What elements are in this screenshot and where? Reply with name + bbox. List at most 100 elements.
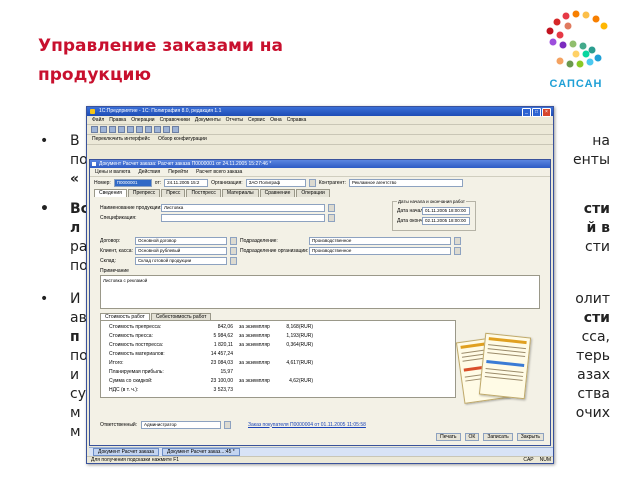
menu-operations[interactable]: Операции xyxy=(131,116,154,124)
responsible-row: Ответственный: Администратор Заказ покуп… xyxy=(100,420,366,429)
start-date-field[interactable]: 01.11.2005 18:00:00 xyxy=(422,206,470,215)
spec-field[interactable] xyxy=(161,213,325,222)
spec-select-button[interactable] xyxy=(328,213,335,222)
search-icon[interactable] xyxy=(154,126,161,133)
contractor-field[interactable]: Рекламное агентство xyxy=(348,178,463,187)
tab-postpress[interactable]: Постпресс xyxy=(186,189,221,197)
taskbar-item-doc-1[interactable]: Документ Расчет заказа xyxy=(93,448,160,456)
bullet-2-line-2-left: л xyxy=(70,220,81,236)
print-button[interactable]: Печать xyxy=(436,433,461,441)
switch-interface-button[interactable]: Переключить интерфейс xyxy=(92,135,150,144)
number-field[interactable]: П0000001 xyxy=(113,178,152,187)
menu-documents[interactable]: Документы xyxy=(195,116,221,124)
menu-help[interactable]: Справка xyxy=(287,116,307,124)
cost-value: 15,97 xyxy=(220,369,233,375)
minimize-button[interactable]: _ xyxy=(522,108,531,117)
app-logo-icon xyxy=(90,109,95,114)
save-icon[interactable] xyxy=(109,126,116,133)
bullet-2-line-1-right: сти xyxy=(583,201,610,217)
document-titlebar: Документ Расчет заказа: Расчет заказа П0… xyxy=(90,160,550,168)
cost-label: НДС (в т. ч.): xyxy=(109,387,139,393)
contract-select-button[interactable] xyxy=(230,236,237,245)
sub-org-label: Подразделение организации: xyxy=(240,247,309,254)
config-overview-button[interactable]: Обзор конфигурации xyxy=(158,135,207,144)
tab-press[interactable]: Пресс xyxy=(161,189,186,197)
product-select-button[interactable] xyxy=(328,203,335,212)
copy-icon[interactable] xyxy=(127,126,134,133)
subdivision-label: Подразделение: xyxy=(240,237,278,244)
org-label: Организация: xyxy=(211,179,243,186)
tab-operations[interactable]: Операции xyxy=(296,189,330,197)
org-select-button[interactable] xyxy=(308,178,316,187)
undo-icon[interactable] xyxy=(145,126,152,133)
goto-menu[interactable]: Перейти xyxy=(168,168,188,176)
secondary-toolbar: Переключить интерфейс Обзор конфигурации xyxy=(87,135,553,145)
spec-row: Спецификация: xyxy=(100,213,335,222)
document-buttons: Печать ОК Записать Закрыть xyxy=(436,433,544,441)
end-date-field[interactable]: 02.11.2005 18:00:00 xyxy=(422,216,470,225)
dates-groupbox: Даты начала и окончания работ Дата начал… xyxy=(392,199,476,231)
prices-currency-button[interactable]: Цены и валюта xyxy=(95,168,130,176)
warehouse-select-button[interactable] xyxy=(230,256,237,265)
number-label: Номер: xyxy=(94,179,111,186)
actions-menu[interactable]: Действия xyxy=(138,168,160,176)
bullet-2-line-2-right: й в xyxy=(586,220,610,236)
spec-label: Спецификация: xyxy=(100,214,137,221)
cost-label: Сумма со скидкой: xyxy=(109,378,153,384)
bullet-1-line-1-right: на xyxy=(592,133,610,149)
org-field[interactable]: ЗАО Полиграф xyxy=(245,178,306,187)
menu-service[interactable]: Сервис xyxy=(248,116,265,124)
contract-label: Договор: xyxy=(100,237,121,244)
note-textarea[interactable]: Листовка с рекламой xyxy=(100,275,540,309)
tab-materials[interactable]: Материалы xyxy=(221,189,259,197)
cost-label: Стоимость препресса: xyxy=(109,324,162,330)
end-date-label: Дата оконч.: xyxy=(397,217,426,224)
sub-org-select-button[interactable] xyxy=(454,246,461,255)
main-toolbar xyxy=(87,125,553,135)
new-icon[interactable] xyxy=(91,126,98,133)
menu-file[interactable]: Файл xyxy=(92,116,104,124)
close-document-button[interactable]: Закрыть xyxy=(516,433,544,441)
open-icon[interactable] xyxy=(100,126,107,133)
close-button[interactable]: × xyxy=(542,108,551,117)
calendar-icon[interactable] xyxy=(172,126,179,133)
subdivision-select-button[interactable] xyxy=(454,236,461,245)
menu-windows[interactable]: Окна xyxy=(270,116,282,124)
bullet-3-line-8-left: м xyxy=(70,424,81,440)
cost-panel: Стоимость препресса: 842,06 за экземпляр… xyxy=(100,320,456,398)
sub-org-field[interactable]: Производственное xyxy=(309,246,451,255)
cost-value: 23 084,03 xyxy=(210,360,233,366)
contract-field[interactable]: Основной договор xyxy=(135,236,227,245)
cost-value: 842,06 xyxy=(217,324,233,330)
tab-compare[interactable]: Сравнение xyxy=(259,189,296,197)
caps-indicator: CAP xyxy=(523,457,534,463)
ok-button[interactable]: ОК xyxy=(464,433,480,441)
document-title: Документ Расчет заказа: Расчет заказа П0… xyxy=(99,161,272,167)
calc-icon[interactable] xyxy=(163,126,170,133)
warehouse-field[interactable]: Склад готовой продукции xyxy=(135,256,227,265)
cost-value: 23 100,00 xyxy=(210,378,233,384)
save-button[interactable]: Записать xyxy=(483,433,513,441)
bullet-3-line-3-left: п xyxy=(70,329,80,345)
calc-order-button[interactable]: Расчет всего заказа xyxy=(196,168,242,176)
tab-info[interactable]: Сведения xyxy=(94,189,127,197)
subdivision-field[interactable]: Производственное xyxy=(309,236,451,245)
bullet-1-line-2-right: енты xyxy=(573,152,610,168)
menu-references[interactable]: Справочники xyxy=(160,116,190,124)
cashier-field[interactable]: Основной рублевый xyxy=(135,246,227,255)
maximize-button[interactable]: □ xyxy=(532,108,541,117)
paste-icon[interactable] xyxy=(136,126,143,133)
cut-icon[interactable] xyxy=(118,126,125,133)
bullet-3-line-4-right: терь xyxy=(576,348,610,364)
menu-reports[interactable]: Отчеты xyxy=(226,116,243,124)
menu-edit[interactable]: Правка xyxy=(109,116,126,124)
date-field[interactable]: 24.11.2005 15:2 xyxy=(164,178,209,187)
cashier-row: Клиент, касса: Основной рублевый Подразд… xyxy=(100,246,461,255)
taskbar-item-doc-2[interactable]: Документ Расчет заказ...:45 * xyxy=(162,448,240,456)
responsible-select-button[interactable] xyxy=(224,420,231,429)
product-field[interactable]: Листовка xyxy=(161,203,325,212)
tab-prepress[interactable]: Препресс xyxy=(127,189,161,197)
customer-order-link[interactable]: Заказ покупателя П0000004 от 01.11.2005 … xyxy=(248,422,366,428)
responsible-field[interactable]: Администратор xyxy=(141,420,221,429)
cashier-select-button[interactable] xyxy=(230,246,237,255)
